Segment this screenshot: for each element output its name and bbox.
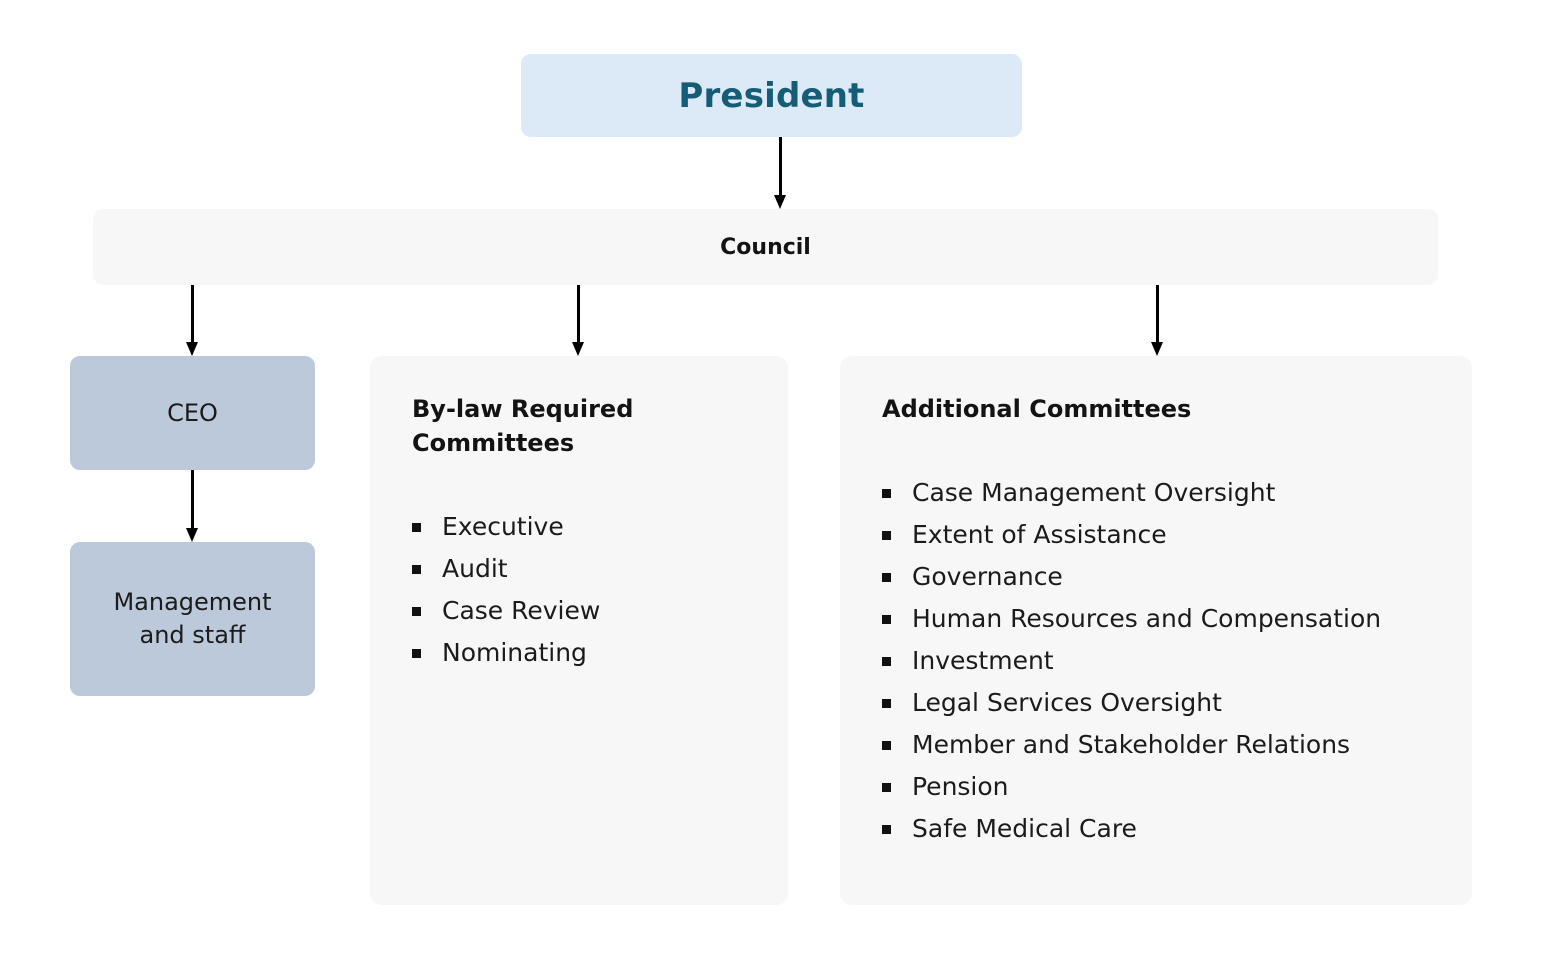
connector-stem <box>1156 285 1159 342</box>
list-item[interactable]: Safe Medical Care <box>882 808 1442 850</box>
list-item[interactable]: Extent of Assistance <box>882 514 1442 556</box>
arrowhead-icon <box>572 342 584 356</box>
square-bullet-icon <box>412 523 421 533</box>
list-item-label: Audit <box>442 554 508 584</box>
square-bullet-icon <box>882 657 891 667</box>
list-item[interactable]: Pension <box>882 766 1442 808</box>
square-bullet-icon <box>882 615 891 625</box>
list-item[interactable]: Case Review <box>412 590 758 632</box>
list-item[interactable]: Legal Services Oversight <box>882 682 1442 724</box>
arrowhead-icon <box>774 195 786 209</box>
square-bullet-icon <box>412 607 421 617</box>
list-item[interactable]: Case Management Oversight <box>882 472 1442 514</box>
list-item[interactable]: Governance <box>882 556 1442 598</box>
square-bullet-icon <box>882 573 891 583</box>
square-bullet-icon <box>412 649 421 659</box>
list-item-label: Extent of Assistance <box>912 520 1167 550</box>
square-bullet-icon <box>882 699 891 709</box>
ceo-node[interactable]: CEO <box>70 356 315 470</box>
list-item-label: Investment <box>912 646 1054 676</box>
connector-stem <box>577 285 580 342</box>
list-item[interactable]: Member and Stakeholder Relations <box>882 724 1442 766</box>
list-item-label: Legal Services Oversight <box>912 688 1222 718</box>
list-item[interactable]: Executive <box>412 506 758 548</box>
square-bullet-icon <box>882 783 891 793</box>
list-item-label: Human Resources and Compensation <box>912 604 1382 634</box>
list-item[interactable]: Human Resources and Compensation <box>882 598 1442 640</box>
president-node[interactable]: President <box>521 54 1022 137</box>
list-item-label: Governance <box>912 562 1063 592</box>
list-item-label: Member and Stakeholder Relations <box>912 730 1351 760</box>
council-label: Council <box>720 234 811 260</box>
list-item-label: Pension <box>912 772 1009 802</box>
additional-committees-panel[interactable]: Additional Committees Case Management Ov… <box>840 356 1472 905</box>
list-item-label: Case Management Oversight <box>912 478 1276 508</box>
president-label: President <box>678 75 865 116</box>
bylaw-panel-title: By-law Required Committees <box>412 395 634 458</box>
ceo-label: CEO <box>167 398 218 427</box>
square-bullet-icon <box>882 741 891 751</box>
bylaw-required-committees-panel[interactable]: By-law Required Committees Executive Aud… <box>370 356 788 905</box>
square-bullet-icon <box>412 565 421 575</box>
connector-stem <box>779 137 782 195</box>
council-node[interactable]: Council <box>93 209 1438 285</box>
management-and-staff-label: Management and staff <box>113 588 272 649</box>
arrowhead-icon <box>186 342 198 356</box>
connector-stem <box>191 285 194 342</box>
list-item-label: Executive <box>442 512 564 542</box>
square-bullet-icon <box>882 489 891 499</box>
connector-stem <box>191 470 194 528</box>
square-bullet-icon <box>882 531 891 541</box>
list-item-label: Nominating <box>442 638 587 668</box>
list-item-label: Safe Medical Care <box>912 814 1137 844</box>
additional-panel-title: Additional Committees <box>882 395 1192 423</box>
list-item[interactable]: Audit <box>412 548 758 590</box>
additional-committee-list: Case Management Oversight Extent of Assi… <box>882 472 1442 850</box>
list-item-label: Case Review <box>442 596 601 626</box>
square-bullet-icon <box>882 825 891 835</box>
bylaw-committee-list: Executive Audit Case Review Nominating <box>412 506 758 674</box>
arrowhead-icon <box>1151 342 1163 356</box>
list-item[interactable]: Nominating <box>412 632 758 674</box>
management-and-staff-node[interactable]: Management and staff <box>70 542 315 696</box>
list-item[interactable]: Investment <box>882 640 1442 682</box>
arrowhead-icon <box>186 528 198 542</box>
org-chart-canvas: President Council CEO Management and staf… <box>0 0 1563 962</box>
